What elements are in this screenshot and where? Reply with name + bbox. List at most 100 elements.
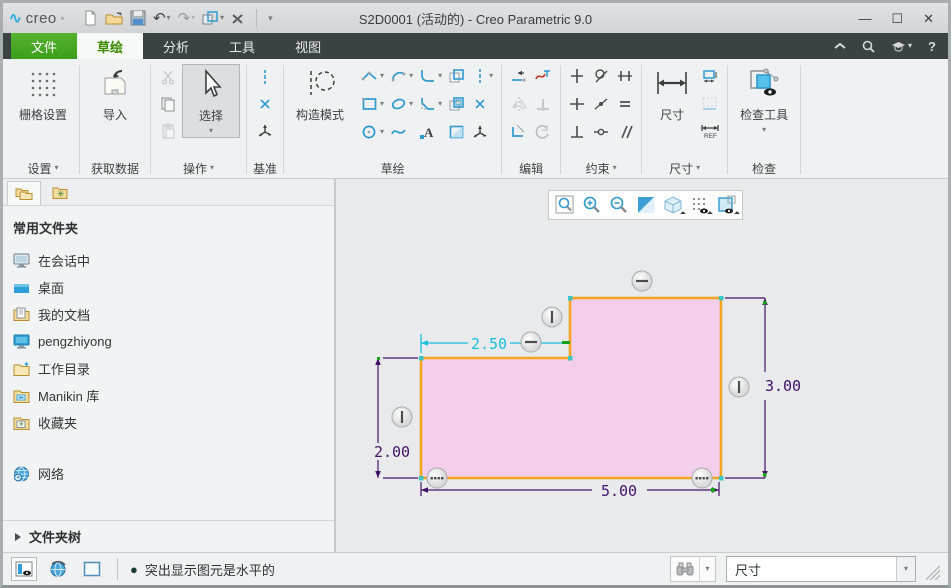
dimension-bottom[interactable]: 5.00 bbox=[421, 482, 719, 500]
constraint-vertical-left[interactable] bbox=[392, 407, 412, 427]
horizontal-constraint-button[interactable] bbox=[567, 92, 587, 116]
cut-button[interactable] bbox=[157, 66, 179, 88]
sidebar-item-manikin-library[interactable]: Manikin 库 bbox=[13, 382, 324, 409]
equal-constraint-button[interactable] bbox=[615, 92, 635, 116]
constraint-vertical-step[interactable] bbox=[542, 307, 562, 327]
csys-tool-button[interactable] bbox=[470, 120, 495, 144]
circle-dropdown-icon[interactable]: ▾ bbox=[380, 128, 384, 136]
datum-csys-button[interactable] bbox=[254, 120, 276, 142]
learning-center-icon[interactable]: ▾ bbox=[891, 41, 912, 52]
mirror-button[interactable] bbox=[508, 92, 530, 116]
new-file-button[interactable] bbox=[82, 10, 98, 26]
tab-view[interactable]: 视图 bbox=[275, 33, 341, 59]
constraint-horizontal-top[interactable] bbox=[632, 271, 652, 291]
spline-tool-button[interactable] bbox=[388, 120, 415, 144]
paste-button[interactable] bbox=[157, 120, 179, 142]
ellipse-dropdown-icon[interactable]: ▾ bbox=[409, 100, 413, 108]
offset-tool-button[interactable] bbox=[446, 64, 468, 88]
operations-group-label[interactable]: 操作▾ bbox=[157, 158, 240, 178]
tab-analysis[interactable]: 分析 bbox=[143, 33, 209, 59]
select-dropdown-icon[interactable]: ▾ bbox=[209, 127, 213, 135]
rectangle-tool-button[interactable]: ▾ bbox=[359, 92, 386, 116]
corner-button[interactable] bbox=[508, 120, 530, 144]
help-icon[interactable]: ? bbox=[928, 39, 936, 54]
divide-button[interactable] bbox=[532, 92, 554, 116]
constraint-coincident-bottom-left[interactable] bbox=[427, 468, 447, 488]
select-button[interactable]: 选择 ▾ bbox=[182, 64, 240, 138]
sidebar-item-working-directory[interactable]: ✦ 工作目录 bbox=[13, 355, 324, 382]
parallel-constraint-button[interactable] bbox=[615, 120, 635, 144]
sidebar-item-desktop[interactable]: 桌面 bbox=[13, 274, 324, 301]
sketch-drawing[interactable]: 2.00 5.00 3.00 bbox=[336, 179, 948, 552]
reference-dimension-button[interactable]: REF bbox=[699, 120, 721, 142]
arc-dropdown-icon[interactable]: ▾ bbox=[409, 72, 413, 80]
open-file-button[interactable] bbox=[105, 10, 123, 26]
coincident-constraint-button[interactable] bbox=[591, 120, 611, 144]
ellipse-tool-button[interactable]: ▾ bbox=[388, 92, 415, 116]
perpendicular-constraint-button[interactable] bbox=[567, 120, 587, 144]
rotate-resize-button[interactable] bbox=[532, 120, 554, 144]
regenerate-button[interactable]: ▾ bbox=[202, 11, 224, 26]
palette-tool-button[interactable] bbox=[446, 120, 468, 144]
centerline-dropdown-icon[interactable]: ▾ bbox=[489, 72, 493, 80]
close-button[interactable]: ✕ bbox=[923, 12, 934, 25]
dimension-button[interactable]: 尺寸 bbox=[648, 64, 696, 125]
sidebar-item-network[interactable]: 网络 bbox=[13, 460, 324, 487]
datum-centerline-button[interactable] bbox=[254, 66, 276, 88]
circle-tool-button[interactable]: ▾ bbox=[359, 120, 386, 144]
web-browser-button[interactable] bbox=[45, 557, 71, 581]
undo-dropdown-icon[interactable]: ▾ bbox=[167, 14, 171, 22]
navigator-toggle-button[interactable] bbox=[11, 557, 37, 581]
symmetric-constraint-button[interactable] bbox=[615, 64, 635, 88]
baseline-dimension-button[interactable] bbox=[699, 93, 721, 115]
rectangle-dropdown-icon[interactable]: ▾ bbox=[380, 100, 384, 108]
construction-mode-button[interactable]: 构造模式 bbox=[290, 64, 350, 125]
import-button[interactable]: 导入 bbox=[86, 64, 144, 125]
chamfer-dropdown-icon[interactable]: ▾ bbox=[438, 100, 442, 108]
chamfer-tool-button[interactable]: ▾ bbox=[417, 92, 444, 116]
copy-button[interactable] bbox=[157, 93, 179, 115]
constraint-horizontal-step[interactable] bbox=[521, 332, 541, 352]
modify-button[interactable] bbox=[508, 64, 530, 88]
constraint-vertical-right[interactable] bbox=[729, 377, 749, 397]
sidebar-item-in-session[interactable]: 在会话中 bbox=[13, 247, 324, 274]
redo-dropdown-icon[interactable]: ▾ bbox=[191, 14, 195, 22]
dimension-step-selected[interactable]: 2.50 bbox=[421, 334, 570, 353]
minimize-button[interactable]: — bbox=[858, 12, 871, 25]
redo-button[interactable]: ↷▾ bbox=[178, 9, 196, 27]
sidebar-item-my-documents[interactable]: 我的文档 bbox=[13, 301, 324, 328]
inspect-dropdown-icon[interactable]: ▾ bbox=[762, 126, 766, 134]
qat-customize-icon[interactable]: ▾ bbox=[268, 14, 273, 23]
perimeter-dimension-button[interactable] bbox=[699, 66, 721, 88]
centerline-tool-button[interactable]: ▾ bbox=[470, 64, 495, 88]
selection-filter-dropdown-icon[interactable]: ▾ bbox=[896, 557, 915, 581]
thicken-tool-button[interactable] bbox=[446, 92, 468, 116]
datum-point-button[interactable] bbox=[254, 93, 276, 115]
constraint-coincident-bottom-right[interactable] bbox=[692, 468, 712, 488]
collapse-ribbon-icon[interactable] bbox=[834, 42, 846, 50]
undo-button[interactable]: ↶▾ bbox=[153, 9, 171, 27]
maximize-button[interactable]: ☐ bbox=[891, 12, 903, 25]
folder-browser-tab[interactable] bbox=[7, 181, 41, 205]
find-dropdown-icon[interactable]: ▾ bbox=[699, 557, 715, 581]
line-dropdown-icon[interactable]: ▾ bbox=[380, 72, 384, 80]
vertical-constraint-button[interactable] bbox=[567, 64, 587, 88]
arc-tool-button[interactable]: ▾ bbox=[388, 64, 415, 88]
delete-segment-button[interactable] bbox=[532, 64, 554, 88]
sidebar-item-favorites[interactable]: ✳ 收藏夹 bbox=[13, 409, 324, 436]
fullscreen-button[interactable] bbox=[79, 557, 105, 581]
save-button[interactable] bbox=[130, 10, 146, 26]
folder-tree-bar[interactable]: 文件夹树 bbox=[3, 520, 334, 552]
fillet-dropdown-icon[interactable]: ▾ bbox=[438, 72, 442, 80]
text-tool-button[interactable]: A bbox=[417, 120, 444, 144]
tab-sketch[interactable]: 草绘 bbox=[77, 33, 143, 59]
sketch-section[interactable] bbox=[421, 298, 721, 478]
regenerate-dropdown-icon[interactable]: ▾ bbox=[220, 14, 224, 22]
dimension-group-label[interactable]: 尺寸▾ bbox=[648, 158, 721, 178]
close-window-button[interactable] bbox=[231, 12, 245, 25]
resize-grip[interactable] bbox=[926, 566, 940, 580]
point-tool-button[interactable] bbox=[470, 92, 495, 116]
find-button[interactable] bbox=[671, 557, 699, 581]
fillet-tool-button[interactable]: ▾ bbox=[417, 64, 444, 88]
settings-group-label[interactable]: 设置▾ bbox=[13, 158, 73, 178]
